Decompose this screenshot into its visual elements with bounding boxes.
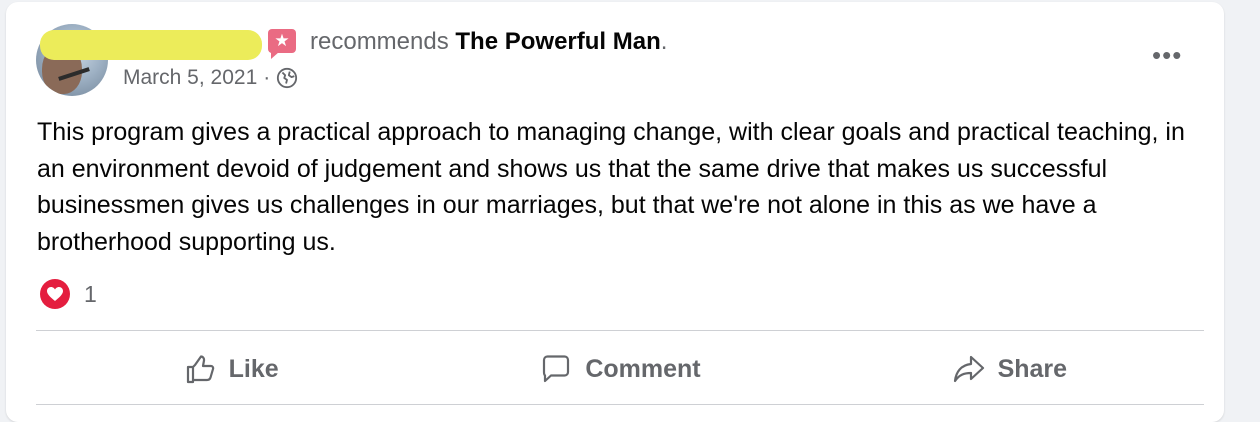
divider-top [36,330,1204,331]
comment-bubble-icon [543,355,570,383]
share-arrow-icon [953,355,984,383]
recommendation-star-icon: ★ [268,29,296,59]
heart-glyph [47,287,63,301]
post-body: This program gives a practical approach … [37,118,1185,256]
like-button[interactable]: Like [36,334,425,404]
comment-label: Comment [585,354,701,383]
recommends-text: recommends [310,28,449,55]
share-button[interactable]: Share [815,334,1204,404]
post-meta: March 5, 2021 · [123,66,298,90]
page-name-suffix: . [660,28,668,55]
like-label: Like [228,354,279,383]
more-options-button[interactable]: ••• [1152,42,1182,68]
post-actions: Like Comment Share [36,334,1204,404]
post-date[interactable]: March 5, 2021 [123,66,257,90]
share-label: Share [997,354,1068,383]
redacted-author-name [40,30,262,60]
post-header: recommends The Powerful Man. [310,28,667,56]
meta-separator: · [263,66,271,89]
thumbs-up-icon [186,355,214,384]
page-name-link[interactable]: The Powerful Man [455,28,660,55]
post-card: ★ recommends The Powerful Man. March 5, … [6,2,1224,422]
reactions-summary[interactable]: 1 [40,279,97,309]
heart-icon [40,279,70,309]
divider-bottom [36,404,1204,405]
comment-button[interactable]: Comment [425,334,814,404]
reaction-count: 1 [84,280,97,307]
globe-icon [277,67,298,89]
